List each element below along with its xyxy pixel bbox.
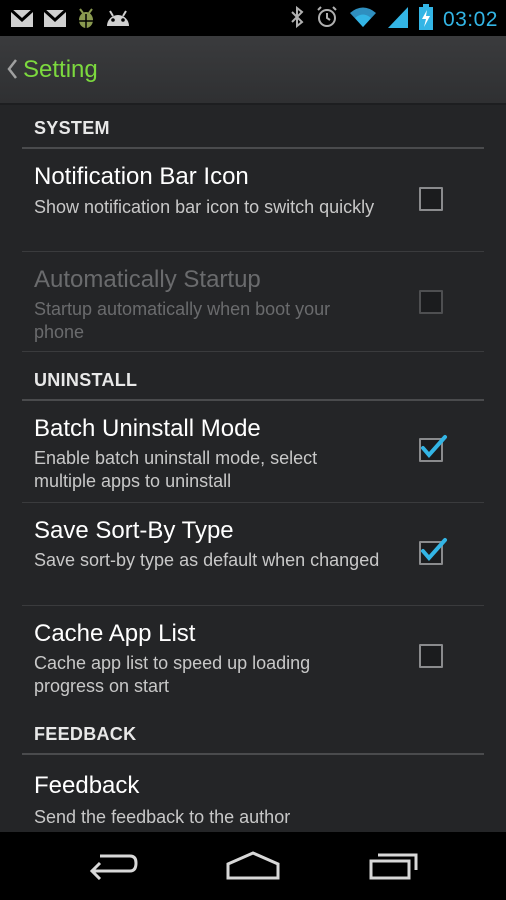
back-icon[interactable] — [86, 850, 138, 885]
page-title[interactable]: Setting — [23, 56, 98, 84]
bluetooth-icon — [289, 5, 305, 34]
pref-summary: Enable batch uninstall mode, select mult… — [34, 448, 318, 491]
batch-uninstall-checkbox[interactable] — [419, 435, 447, 462]
android-debug-icon — [76, 7, 96, 34]
android-icon — [105, 9, 131, 32]
pref-save-sort-by-type[interactable]: Save Sort-By Type Save sort-by type as d… — [22, 503, 484, 606]
wifi-icon — [349, 6, 377, 33]
pref-cache-app-list[interactable]: Cache App List Cache app list to speed u… — [22, 606, 484, 708]
checkmark-icon — [421, 435, 447, 459]
status-bar: 03:02 — [0, 0, 506, 36]
signal-icon — [387, 5, 409, 34]
pref-title: Save Sort-By Type — [34, 517, 234, 544]
section-title: FEEDBACK — [34, 724, 137, 744]
battery-charging-icon — [418, 4, 433, 35]
checkmark-icon — [421, 538, 447, 562]
pref-title: Feedback — [34, 772, 140, 799]
pref-summary: Save sort-by type as default when change… — [34, 550, 380, 570]
gmail-icon — [9, 8, 35, 33]
pref-summary: Show notification bar icon to switch qui… — [34, 197, 375, 217]
startup-checkbox — [419, 290, 443, 314]
alarm-icon — [315, 5, 339, 34]
recent-apps-icon[interactable] — [368, 850, 422, 885]
pref-title: Batch Uninstall Mode — [34, 415, 261, 442]
save-sort-checkbox[interactable] — [419, 538, 447, 565]
pref-automatically-startup: Automatically Startup Startup automatica… — [22, 252, 484, 352]
status-time: 03:02 — [442, 7, 498, 31]
notification-checkbox[interactable] — [419, 187, 443, 211]
section-header-system: SYSTEM — [22, 107, 484, 149]
section-header-feedback: FEEDBACK — [22, 713, 484, 755]
gmail-icon — [42, 8, 68, 33]
section-title: UNINSTALL — [34, 370, 138, 390]
section-title: SYSTEM — [34, 118, 110, 138]
settings-list[interactable]: SYSTEM Notification Bar Icon Show notifi… — [0, 105, 506, 832]
pref-notification-bar-icon[interactable]: Notification Bar Icon Show notification … — [22, 149, 484, 252]
pref-summary: Cache app list to speed up loading progr… — [34, 653, 311, 696]
pref-title: Cache App List — [34, 620, 196, 647]
action-bar: Setting — [0, 36, 506, 105]
pref-summary: Startup automatically when boot your pho… — [34, 299, 331, 342]
section-header-uninstall: UNINSTALL — [22, 359, 484, 401]
pref-title: Notification Bar Icon — [34, 163, 249, 190]
pref-summary: Send the feedback to the author — [34, 807, 291, 827]
cache-checkbox[interactable] — [419, 644, 443, 668]
home-icon[interactable] — [226, 850, 280, 885]
pref-title: Automatically Startup — [34, 266, 261, 293]
system-icons: 03:02 — [289, 4, 498, 35]
chevron-left-icon[interactable] — [6, 58, 18, 85]
navigation-bar — [0, 832, 506, 900]
notification-icons — [9, 7, 131, 34]
pref-batch-uninstall-mode[interactable]: Batch Uninstall Mode Enable batch uninst… — [22, 401, 484, 503]
pref-feedback[interactable]: Feedback Send the feedback to the author — [22, 755, 484, 832]
